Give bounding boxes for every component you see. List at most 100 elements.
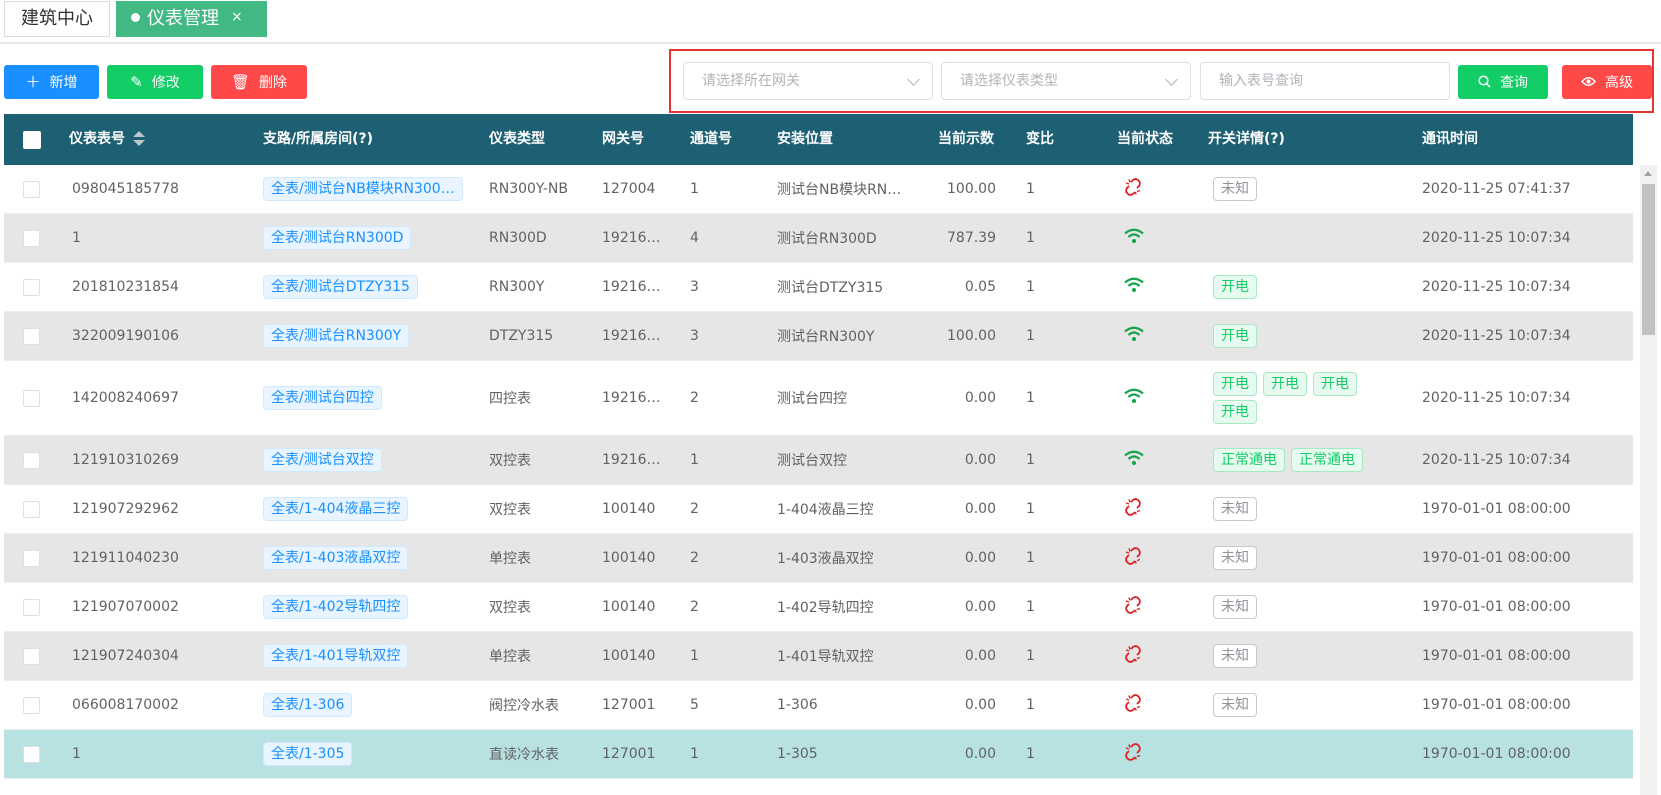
gateway-placeholder: 请选择所在网关 — [702, 73, 800, 89]
status-cell — [1124, 361, 1164, 435]
meter-type-cell: 单控表 — [489, 534, 594, 582]
row-checkbox[interactable] — [23, 389, 40, 407]
meter-no-text: 121911040230 — [72, 550, 179, 566]
row-checkbox[interactable] — [23, 229, 40, 247]
branch-tag[interactable]: 全表/1-402导轨四控 — [263, 595, 409, 619]
comm-time-text: 1970-01-01 08:00:00 — [1422, 697, 1571, 713]
row-checkbox[interactable] — [23, 696, 40, 714]
branch-tag[interactable]: 全表/测试台双控 — [263, 448, 382, 472]
meter-type-select[interactable]: 请选择仪表类型 — [941, 62, 1191, 100]
delete-button[interactable]: 🗑 删除 — [211, 65, 307, 99]
meter-no-placeholder: 输入表号查询 — [1219, 73, 1303, 89]
meter-no-input[interactable]: 输入表号查询 — [1200, 62, 1450, 100]
gateway-cell: 192168001 — [602, 361, 664, 435]
table-row[interactable]: 121907070002 全表/1-402导轨四控 双控表 100140 2 1-402导… — [4, 583, 1633, 632]
tab-building-center[interactable]: 建筑中心 — [4, 1, 110, 37]
table-row[interactable]: 1 全表/测试台RN300D RN300D 192168001 4 测试台RN300D 78… — [4, 214, 1633, 263]
branch-tag[interactable]: 全表/1-305 — [263, 742, 353, 766]
branch-tag[interactable]: 全表/测试台DTZY315 — [263, 275, 418, 299]
comm-time-cell: 1970-01-01 08:00:00 — [1422, 583, 1622, 631]
col-gateway: 网关号 — [602, 131, 644, 147]
row-checkbox[interactable] — [23, 451, 40, 469]
meter-no-text: 1 — [72, 230, 81, 246]
branch-cell: 全表/测试台四控 — [263, 361, 478, 435]
branch-tag[interactable]: 全表/测试台四控 — [263, 386, 382, 410]
table-row[interactable]: 121911040230 全表/1-403液晶双控 单控表 100140 2 1-403液… — [4, 534, 1633, 583]
table-row[interactable]: 098045185778 全表/测试台NB模块RN300Y-NB RN300Y-NB… — [4, 165, 1633, 214]
meter-no-cell: 098045185778 — [72, 165, 242, 213]
edit-label: 修改 — [151, 75, 180, 91]
reading-cell: 100.00 — [909, 312, 996, 360]
gateway-cell: 127001 — [602, 681, 664, 729]
branch-tag[interactable]: 全表/测试台NB模块RN300Y-NB — [263, 177, 463, 201]
channel-text: 1 — [690, 181, 699, 197]
ratio-cell: 1 — [1026, 730, 1076, 778]
branch-tag[interactable]: 全表/1-403液晶双控 — [263, 546, 409, 570]
channel-cell: 5 — [690, 681, 750, 729]
table-row[interactable]: 121907240304 全表/1-401导轨双控 单控表 100140 1 1-401导… — [4, 632, 1633, 681]
col-location: 安装位置 — [777, 131, 833, 147]
location-cell: 1-404液晶三控 — [777, 485, 904, 533]
branch-cell: 全表/测试台双控 — [263, 436, 478, 484]
branch-tag[interactable]: 全表/1-306 — [263, 693, 353, 717]
row-checkbox[interactable] — [23, 745, 40, 763]
ratio-text: 1 — [1026, 501, 1035, 517]
select-all-checkbox[interactable] — [23, 131, 41, 149]
channel-text: 1 — [690, 648, 699, 664]
ratio-text: 1 — [1026, 181, 1035, 197]
branch-tag[interactable]: 全表/测试台RN300D — [263, 226, 412, 250]
table-row[interactable]: 121910310269 全表/测试台双控 双控表 192168001 1 测试台双控 0.… — [4, 436, 1633, 485]
location-cell: 测试台四控 — [777, 361, 904, 435]
row-checkbox[interactable] — [23, 278, 40, 296]
gateway-text: 127001 — [602, 746, 656, 762]
switch-status-badge: 开电 — [1213, 275, 1257, 299]
gateway-select[interactable]: 请选择所在网关 — [683, 62, 933, 100]
branch-cell: 全表/测试台DTZY315 — [263, 263, 478, 311]
meter-no-text: 142008240697 — [72, 390, 179, 406]
scrollbar-thumb[interactable] — [1642, 184, 1655, 335]
table-row[interactable]: 066008170002 全表/1-306 阀控冷水表 127001 5 1-306 0.0… — [4, 681, 1633, 730]
tab-meter-management[interactable]: 仪表管理 × — [116, 1, 267, 37]
row-checkbox[interactable] — [23, 500, 40, 518]
branch-tag[interactable]: 全表/1-401导轨双控 — [263, 644, 409, 668]
reading-cell: 0.00 — [909, 361, 996, 435]
reading-cell: 0.00 — [909, 632, 996, 680]
sort-icon[interactable] — [133, 130, 145, 146]
table-row[interactable]: 322009190106 全表/测试台RN300Y DTZY315 192168001… — [4, 312, 1633, 361]
location-text: 测试台RN300Y — [777, 329, 875, 345]
comm-time-cell: 2020-11-25 10:07:34 — [1422, 214, 1622, 262]
row-checkbox[interactable] — [23, 647, 40, 665]
table-row[interactable]: 1 全表/1-305 直读冷水表 127001 1 1-305 0.00 1 1970-01-0… — [4, 730, 1633, 779]
col-meter-no[interactable]: 仪表表号 — [69, 114, 145, 165]
meter-type-text: 单控表 — [489, 649, 531, 665]
branch-tag[interactable]: 全表/1-404液晶三控 — [263, 497, 409, 521]
row-checkbox[interactable] — [23, 327, 40, 345]
reading-text: 0.00 — [964, 390, 996, 406]
channel-text: 2 — [690, 599, 699, 615]
table-row[interactable]: 121907292962 全表/1-404液晶三控 双控表 100140 2 1-404液… — [4, 485, 1633, 534]
channel-cell: 1 — [690, 632, 750, 680]
reading-cell: 0.05 — [909, 263, 996, 311]
comm-time-text: 2020-11-25 10:07:34 — [1422, 390, 1571, 406]
table-row[interactable]: 201810231854 全表/测试台DTZY315 RN300Y 192168001… — [4, 263, 1633, 312]
scroll-up-arrow-icon[interactable] — [1644, 171, 1652, 176]
trash-icon: 🗑 — [230, 73, 251, 91]
row-checkbox[interactable] — [23, 180, 40, 198]
gateway-text: 192168001 — [602, 390, 664, 406]
ratio-text: 1 — [1026, 279, 1035, 295]
edit-button[interactable]: ✎ 修改 — [107, 65, 203, 99]
add-button[interactable]: ＋ 新增 — [4, 65, 99, 99]
row-checkbox[interactable] — [23, 598, 40, 616]
row-checkbox[interactable] — [23, 549, 40, 567]
table-row[interactable]: 142008240697 全表/测试台四控 四控表 192168001 2 测试台四控 0.… — [4, 361, 1633, 436]
branch-tag[interactable]: 全表/测试台RN300Y — [263, 324, 410, 348]
close-icon[interactable]: × — [231, 0, 243, 34]
meter-type-text: DTZY315 — [489, 328, 554, 344]
switch-status-badge: 未知 — [1213, 497, 1257, 521]
reading-text: 0.00 — [964, 746, 996, 762]
query-label: 查询 — [1500, 75, 1528, 91]
advanced-button[interactable]: 高级 — [1562, 65, 1652, 99]
gateway-text: 192168001 — [602, 328, 664, 344]
switch-tags: 未知 — [1213, 595, 1373, 619]
query-button[interactable]: 查询 — [1458, 65, 1548, 99]
